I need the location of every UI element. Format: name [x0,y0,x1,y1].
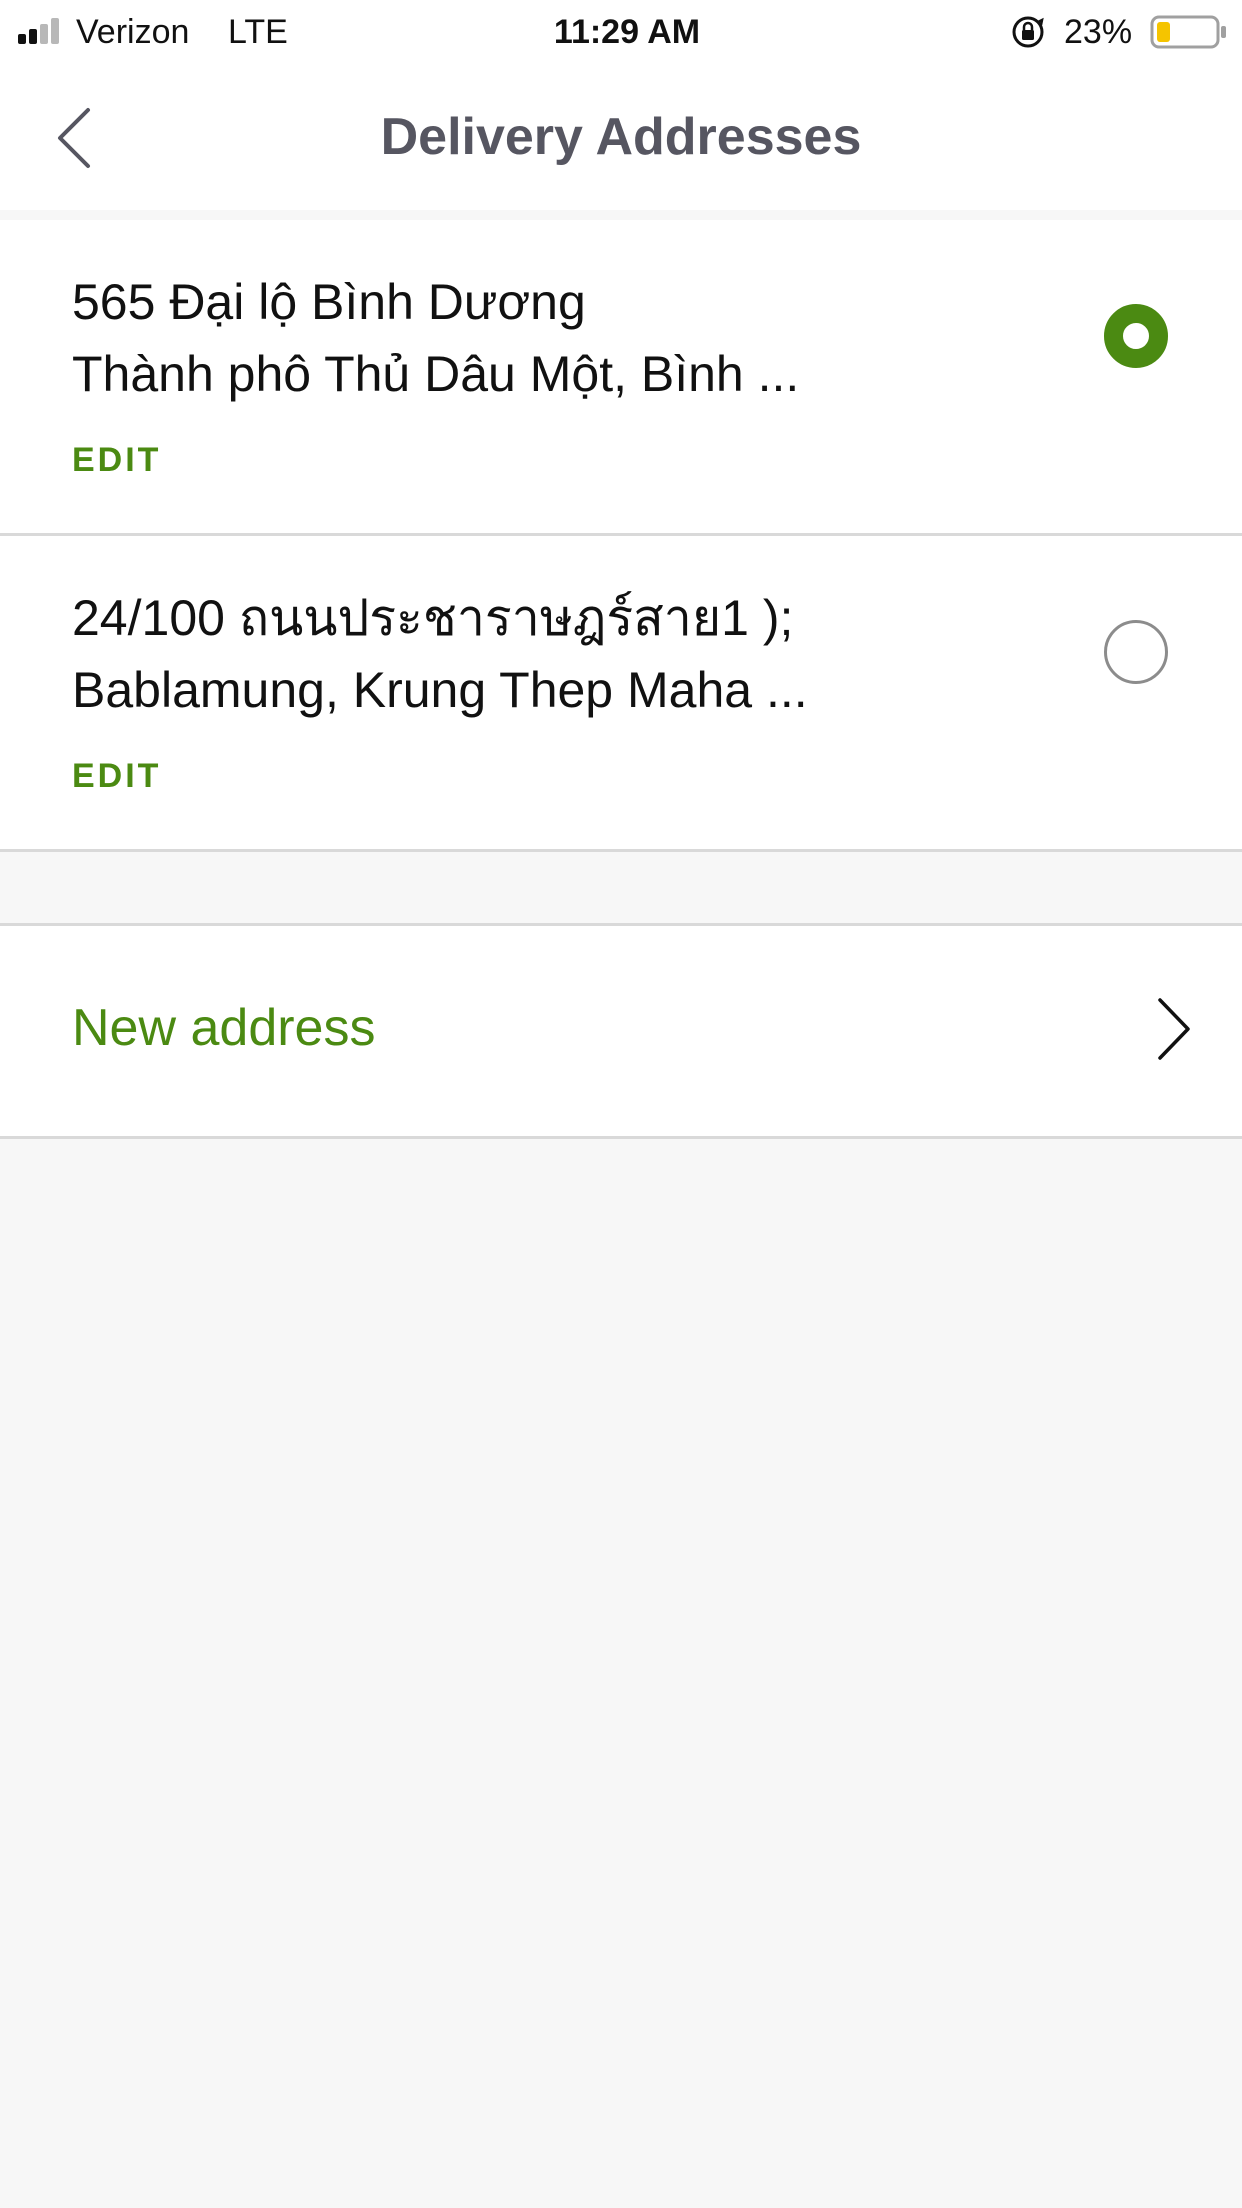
status-bar: Verizon LTE 11:29 AM 23% [0,0,1242,64]
status-time: 11:29 AM [553,13,701,51]
new-address-label: New address [72,999,376,1057]
address-radio-selected[interactable] [1104,304,1168,368]
orientation-lock-icon [1012,16,1044,48]
address-radio-unselected[interactable] [1104,620,1168,684]
page-title: Delivery Addresses [380,108,862,166]
address-line-2: Bablamung, Krung Thep Maha ... [72,662,808,718]
address-line-1: 24/100 ถนนประชาราษฎร์สาย1 ); [72,590,794,646]
edit-address-button[interactable]: EDIT [72,438,161,482]
address-item[interactable]: 565 Đại lộ Bình Dương Thành phô Thủ Dâu … [0,220,1242,536]
battery-percentage: 23% [1064,13,1133,51]
new-address-button[interactable]: New address [0,926,1242,1139]
address-item[interactable]: 24/100 ถนนประชาราษฎร์สาย1 ); Bablamung, … [0,536,1242,852]
address-line-1: 565 Đại lộ Bình Dương [72,274,586,330]
address-line-2: Thành phô Thủ Dâu Một, Bình ... [72,346,800,402]
section-spacer [0,852,1242,926]
battery-fill [1157,22,1170,42]
chevron-right-icon [1158,998,1190,1060]
edit-address-button[interactable]: EDIT [72,754,161,798]
battery-icon [1150,15,1226,49]
